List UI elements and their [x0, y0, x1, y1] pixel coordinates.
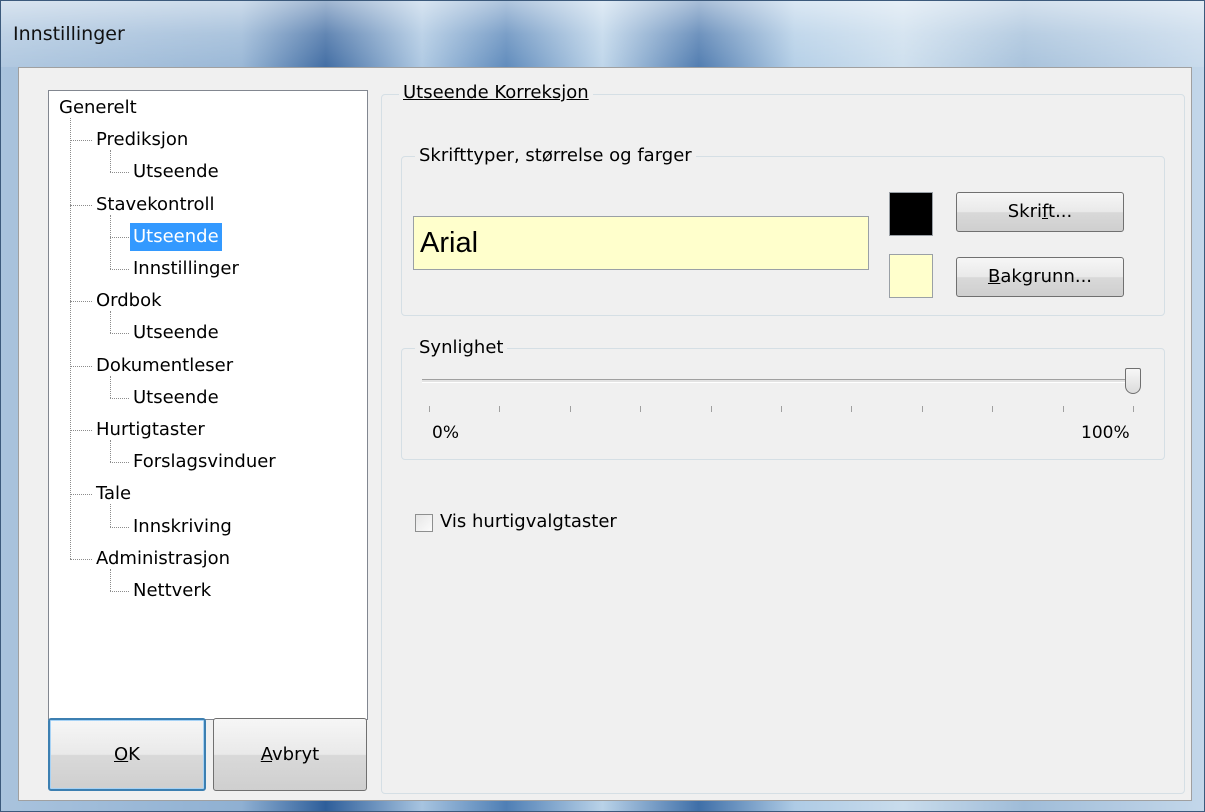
slider-tick	[570, 406, 571, 412]
tree-connector	[110, 504, 111, 527]
font-label-post: t...	[1048, 201, 1073, 222]
tree-connector	[110, 214, 111, 269]
tree-connector	[70, 140, 92, 142]
slider-tick	[781, 406, 782, 412]
cancel-mnemonic: A	[260, 744, 273, 765]
visibility-slider-thumb[interactable]	[1125, 368, 1141, 394]
slider-tick	[499, 406, 500, 412]
tree-connector	[110, 375, 111, 398]
slider-max-label: 100%	[1081, 423, 1130, 443]
tree-item[interactable]: Forslagsvinduer	[130, 448, 279, 476]
slider-tick	[429, 406, 430, 412]
fonts-group-title: Skrifttyper, størrelse og farger	[415, 145, 696, 166]
tree-connector	[110, 462, 129, 464]
ok-button[interactable]: OK	[48, 718, 206, 791]
tree-connector	[110, 591, 129, 592]
tree-connector	[110, 568, 111, 591]
visibility-group	[401, 348, 1165, 460]
settings-window: Innstillinger Generelt Prediksjon Utseende…	[0, 0, 1205, 812]
window-title: Innstillinger	[13, 23, 125, 45]
font-preview: Arial	[413, 216, 869, 270]
font-button[interactable]: Skrift...	[956, 192, 1124, 232]
title-bar[interactable]: Innstillinger	[1, 1, 1204, 67]
tree-item[interactable]: Nettverk	[130, 577, 214, 605]
background-color-swatch[interactable]	[889, 254, 933, 298]
slider-tick	[922, 406, 923, 412]
visibility-group-title: Synlighet	[415, 337, 508, 358]
tree-item[interactable]: Utseende	[130, 222, 222, 251]
tree-item[interactable]: Innstillinger	[130, 255, 242, 283]
tree-connector	[70, 430, 92, 431]
tree-item[interactable]: Innskriving	[130, 513, 235, 541]
tree-connector	[110, 236, 129, 238]
tree-connector	[110, 269, 129, 270]
tree-item[interactable]: Ordbok	[93, 287, 165, 315]
tree-item[interactable]: Stavekontroll	[93, 191, 218, 219]
slider-tick	[711, 406, 712, 412]
slider-min-label: 0%	[432, 423, 459, 443]
tree-item[interactable]: Generelt	[56, 94, 140, 122]
tree-connector	[70, 494, 92, 496]
tree-item[interactable]: Administrasjon	[93, 545, 233, 573]
section-title: Utseende Korreksjon	[399, 82, 593, 103]
background-label-rest: akgrunn...	[1000, 266, 1093, 287]
tree-connector	[70, 118, 71, 559]
settings-tree[interactable]: Generelt Prediksjon Utseende Stavekontroll U…	[48, 90, 368, 720]
slider-tick	[992, 406, 993, 412]
tree-item[interactable]: Tale	[93, 480, 134, 508]
text-color-swatch[interactable]	[889, 192, 933, 236]
tree-connector	[110, 150, 111, 173]
tree-connector	[70, 204, 92, 206]
slider-tick	[640, 406, 641, 412]
tree-connector	[70, 301, 92, 303]
slider-tick	[1063, 406, 1064, 412]
tree-connector	[110, 311, 111, 334]
tree-connector	[110, 172, 129, 174]
tree-item[interactable]: Utseende	[130, 384, 222, 412]
background-button[interactable]: Bakgrunn...	[956, 257, 1124, 297]
tree-item[interactable]: Utseende	[130, 319, 222, 347]
cancel-button[interactable]: Avbryt	[213, 718, 367, 791]
visibility-slider-track[interactable]	[422, 379, 1138, 383]
cancel-label-rest: vbryt	[272, 744, 320, 765]
slider-tick	[851, 406, 852, 412]
tree-connector	[70, 558, 92, 560]
background-mnemonic: B	[987, 266, 1001, 287]
tree-connector	[110, 397, 129, 399]
tree-item[interactable]: Utseende	[130, 158, 222, 186]
slider-tick	[1133, 406, 1134, 412]
dialog-client-area: Generelt Prediksjon Utseende Stavekontroll U…	[18, 67, 1192, 801]
tree-item[interactable]: Dokumentleser	[93, 352, 236, 380]
shortcut-keys-checkbox[interactable]	[415, 514, 433, 532]
font-label-pre: Skri	[1007, 201, 1042, 222]
tree-connector	[110, 333, 129, 335]
ok-mnemonic: O	[114, 744, 129, 765]
tree-item[interactable]: Prediksjon	[93, 126, 191, 154]
tree-connector	[110, 440, 111, 463]
tree-connector	[70, 365, 92, 367]
tree-connector	[110, 526, 129, 528]
shortcut-keys-label[interactable]: Vis hurtigvalgtaster	[440, 511, 617, 532]
ok-label-rest: K	[128, 744, 140, 765]
